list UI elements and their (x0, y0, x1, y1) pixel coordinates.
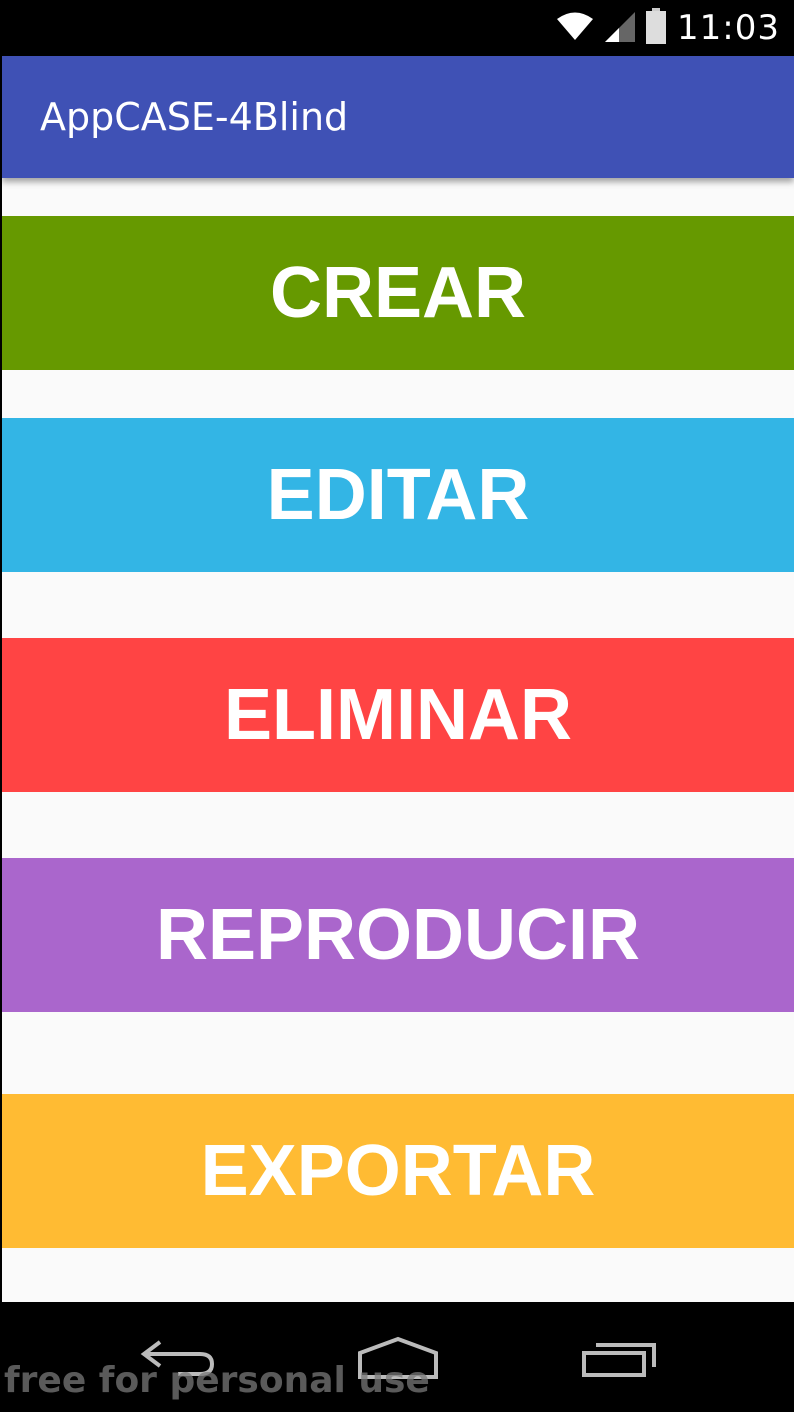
eliminar-label: ELIMINAR (224, 675, 572, 755)
crear-button[interactable]: CREAR (2, 216, 794, 370)
navigation-bar (0, 1302, 794, 1412)
reproducir-button[interactable]: REPRODUCIR (2, 858, 794, 1012)
back-icon (138, 1336, 218, 1385)
battery-icon (645, 7, 667, 49)
eliminar-button[interactable]: ELIMINAR (2, 638, 794, 792)
status-icons: 11:03 (555, 6, 780, 50)
exportar-button[interactable]: EXPORTAR (2, 1094, 794, 1248)
app-bar: AppCASE-4Blind (2, 56, 794, 178)
menu-content: CREAR EDITAR ELIMINAR REPRODUCIR EXPORTA… (2, 178, 794, 1302)
home-icon (356, 1335, 440, 1386)
home-button[interactable] (348, 1330, 448, 1390)
signal-icon (605, 10, 636, 47)
recents-icon (580, 1335, 660, 1386)
wifi-icon (555, 10, 595, 47)
exportar-label: EXPORTAR (200, 1131, 596, 1211)
editar-label: EDITAR (266, 455, 530, 535)
back-button[interactable] (128, 1330, 228, 1390)
app-title: AppCASE-4Blind (40, 95, 349, 139)
status-time: 11:03 (677, 8, 780, 48)
reproducir-label: REPRODUCIR (155, 895, 641, 975)
phone-screen: 11:03 AppCASE-4Blind CREAR EDITAR ELIMIN… (0, 0, 794, 1412)
recents-button[interactable] (570, 1330, 670, 1390)
status-bar: 11:03 (0, 0, 794, 56)
editar-button[interactable]: EDITAR (2, 418, 794, 572)
crear-label: CREAR (269, 253, 526, 333)
